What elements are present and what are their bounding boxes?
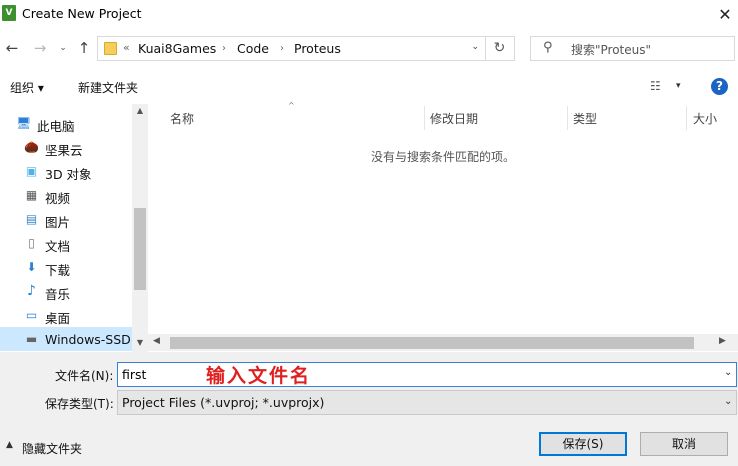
sidebar-item-3d-objects[interactable]: ▣ 3D 对象 xyxy=(0,159,134,183)
filetype-label: 保存类型(T): xyxy=(45,397,114,411)
filename-dropdown-icon[interactable]: ⌄ xyxy=(724,367,732,378)
music-icon: ♪ xyxy=(27,283,36,299)
sidebar-item-label: Windows-SSD xyxy=(45,332,131,347)
breadcrumb-overflow[interactable]: « xyxy=(123,41,130,54)
forward-arrow-icon[interactable]: → xyxy=(30,38,50,58)
scroll-left-arrow-icon[interactable]: ◀ xyxy=(153,336,160,346)
3d-objects-icon: ▣ xyxy=(25,164,38,178)
scrollbar-thumb[interactable] xyxy=(170,337,694,349)
picture-icon: ▤ xyxy=(25,212,38,226)
view-options-icon[interactable]: ☷ xyxy=(650,79,661,93)
close-button[interactable]: ✕ xyxy=(712,2,738,28)
search-icon: ⚲ xyxy=(543,40,553,55)
download-icon: ⬇ xyxy=(26,260,37,274)
column-header-date-modified[interactable]: 修改日期 xyxy=(430,110,478,136)
sidebar-item-downloads[interactable]: ⬇ 下载 xyxy=(0,255,134,279)
column-header-type[interactable]: 类型 xyxy=(573,110,597,136)
sidebar-item-label: 图片 xyxy=(45,215,71,230)
breadcrumb-kuai8games[interactable]: Kuai8Games xyxy=(138,41,216,56)
address-bar[interactable]: « Kuai8Games › Code › Proteus ⌄ xyxy=(97,36,486,61)
up-arrow-icon[interactable]: ↑ xyxy=(74,38,94,58)
breadcrumb-code[interactable]: Code xyxy=(237,41,269,56)
title-bar: V Create New Project ✕ xyxy=(0,0,738,30)
sidebar-item-desktop[interactable]: ▭ 桌面 xyxy=(0,303,134,327)
new-folder-button[interactable]: 新建文件夹 xyxy=(78,79,138,96)
help-icon[interactable]: ? xyxy=(711,78,728,95)
column-divider[interactable] xyxy=(567,106,568,130)
filetype-select[interactable]: Project Files (*.uvproj; *.uvprojx) xyxy=(117,390,737,415)
scroll-down-arrow-icon[interactable]: ▼ xyxy=(132,338,148,347)
view-options-chevron-icon[interactable]: ▾ xyxy=(676,81,681,91)
sidebar-item-label: 坚果云 xyxy=(45,143,83,158)
sidebar-item-label: 下载 xyxy=(45,263,71,278)
save-button[interactable]: 保存(S) xyxy=(539,432,627,456)
desktop-icon: ▭ xyxy=(25,308,38,322)
address-dropdown-icon[interactable]: ⌄ xyxy=(471,42,479,52)
collapse-chevron-icon[interactable]: ▲ xyxy=(6,440,13,450)
search-placeholder: 搜索"Proteus" xyxy=(571,43,652,57)
sort-ascending-icon: ^ xyxy=(288,101,295,110)
column-header-size[interactable]: 大小 xyxy=(693,110,717,136)
column-divider[interactable] xyxy=(424,106,425,130)
sidebar-item-documents[interactable]: ▯ 文档 xyxy=(0,231,134,255)
sidebar-item-label: 桌面 xyxy=(45,311,71,326)
sidebar-item-label: 音乐 xyxy=(45,287,71,302)
breadcrumb-chevron-icon[interactable]: › xyxy=(222,43,226,54)
sidebar-item-pictures[interactable]: ▤ 图片 xyxy=(0,207,134,231)
sidebar-item-label: 文档 xyxy=(45,239,71,254)
navigation-pane-scrollbar[interactable]: ▲ ▼ xyxy=(132,104,148,352)
sidebar-item-nutstore[interactable]: 🌰 坚果云 xyxy=(0,135,134,159)
cancel-button[interactable]: 取消 xyxy=(640,432,728,456)
organize-menu-button[interactable]: 组织 ▾ xyxy=(10,79,44,96)
sidebar-item-windows-ssd[interactable]: ▬ Windows-SSD xyxy=(0,327,134,351)
sidebar-item-label: 此电脑 xyxy=(37,119,75,134)
sidebar-item-label: 视频 xyxy=(45,191,71,206)
file-list-pane: ^ 名称 修改日期 类型 大小 没有与搜索条件匹配的项。 ◀ ▶ xyxy=(148,101,738,352)
sidebar-item-music[interactable]: ♪ 音乐 xyxy=(0,279,134,303)
sidebar-item-videos[interactable]: ▦ 视频 xyxy=(0,183,134,207)
drive-icon: ▬ xyxy=(25,332,38,346)
hide-folders-toggle[interactable]: 隐藏文件夹 xyxy=(22,440,82,457)
command-toolbar: 组织 ▾ 新建文件夹 ☷ ▾ ? xyxy=(0,70,738,104)
breadcrumb-chevron-icon[interactable]: › xyxy=(280,43,284,54)
nutstore-icon: 🌰 xyxy=(24,140,39,154)
column-header-name[interactable]: 名称 xyxy=(170,110,194,136)
filename-label: 文件名(N): xyxy=(55,369,114,383)
navigation-pane: 🖥 此电脑 🌰 坚果云 ▣ 3D 对象 ▦ 视频 ▤ 图片 ▯ 文档 ⬇ 下载 … xyxy=(0,104,148,352)
sidebar-item-label: 3D 对象 xyxy=(45,167,92,182)
sidebar-item-this-pc[interactable]: 🖥 此电脑 xyxy=(0,111,134,135)
computer-icon: 🖥 xyxy=(16,116,32,130)
recent-locations-chevron-icon[interactable]: ⌄ xyxy=(56,38,70,58)
file-list-horizontal-scrollbar[interactable]: ◀ ▶ xyxy=(148,334,738,351)
refresh-icon[interactable]: ↻ xyxy=(485,36,515,61)
keil-app-icon: V xyxy=(2,5,16,21)
scroll-right-arrow-icon[interactable]: ▶ xyxy=(719,336,726,346)
scroll-up-arrow-icon[interactable]: ▲ xyxy=(132,106,148,115)
video-icon: ▦ xyxy=(25,188,38,202)
breadcrumb-proteus[interactable]: Proteus xyxy=(294,41,341,56)
document-icon: ▯ xyxy=(28,236,35,250)
navigation-bar: ← → ⌄ ↑ « Kuai8Games › Code › Proteus ⌄ … xyxy=(0,30,738,68)
save-form-area: 文件名(N): ⌄ 输入文件名 保存类型(T): Project Files (… xyxy=(0,352,738,466)
window-title: Create New Project xyxy=(22,6,142,21)
column-divider[interactable] xyxy=(686,106,687,130)
red-annotation-text: 输入文件名 xyxy=(206,365,312,387)
filetype-dropdown-icon[interactable]: ⌄ xyxy=(724,396,732,407)
back-arrow-icon[interactable]: ← xyxy=(2,38,22,58)
folder-icon xyxy=(104,42,117,55)
empty-results-message: 没有与搜索条件匹配的项。 xyxy=(370,150,515,164)
scrollbar-thumb[interactable] xyxy=(134,208,146,290)
search-input[interactable]: ⚲ 搜索"Proteus" xyxy=(530,36,735,61)
